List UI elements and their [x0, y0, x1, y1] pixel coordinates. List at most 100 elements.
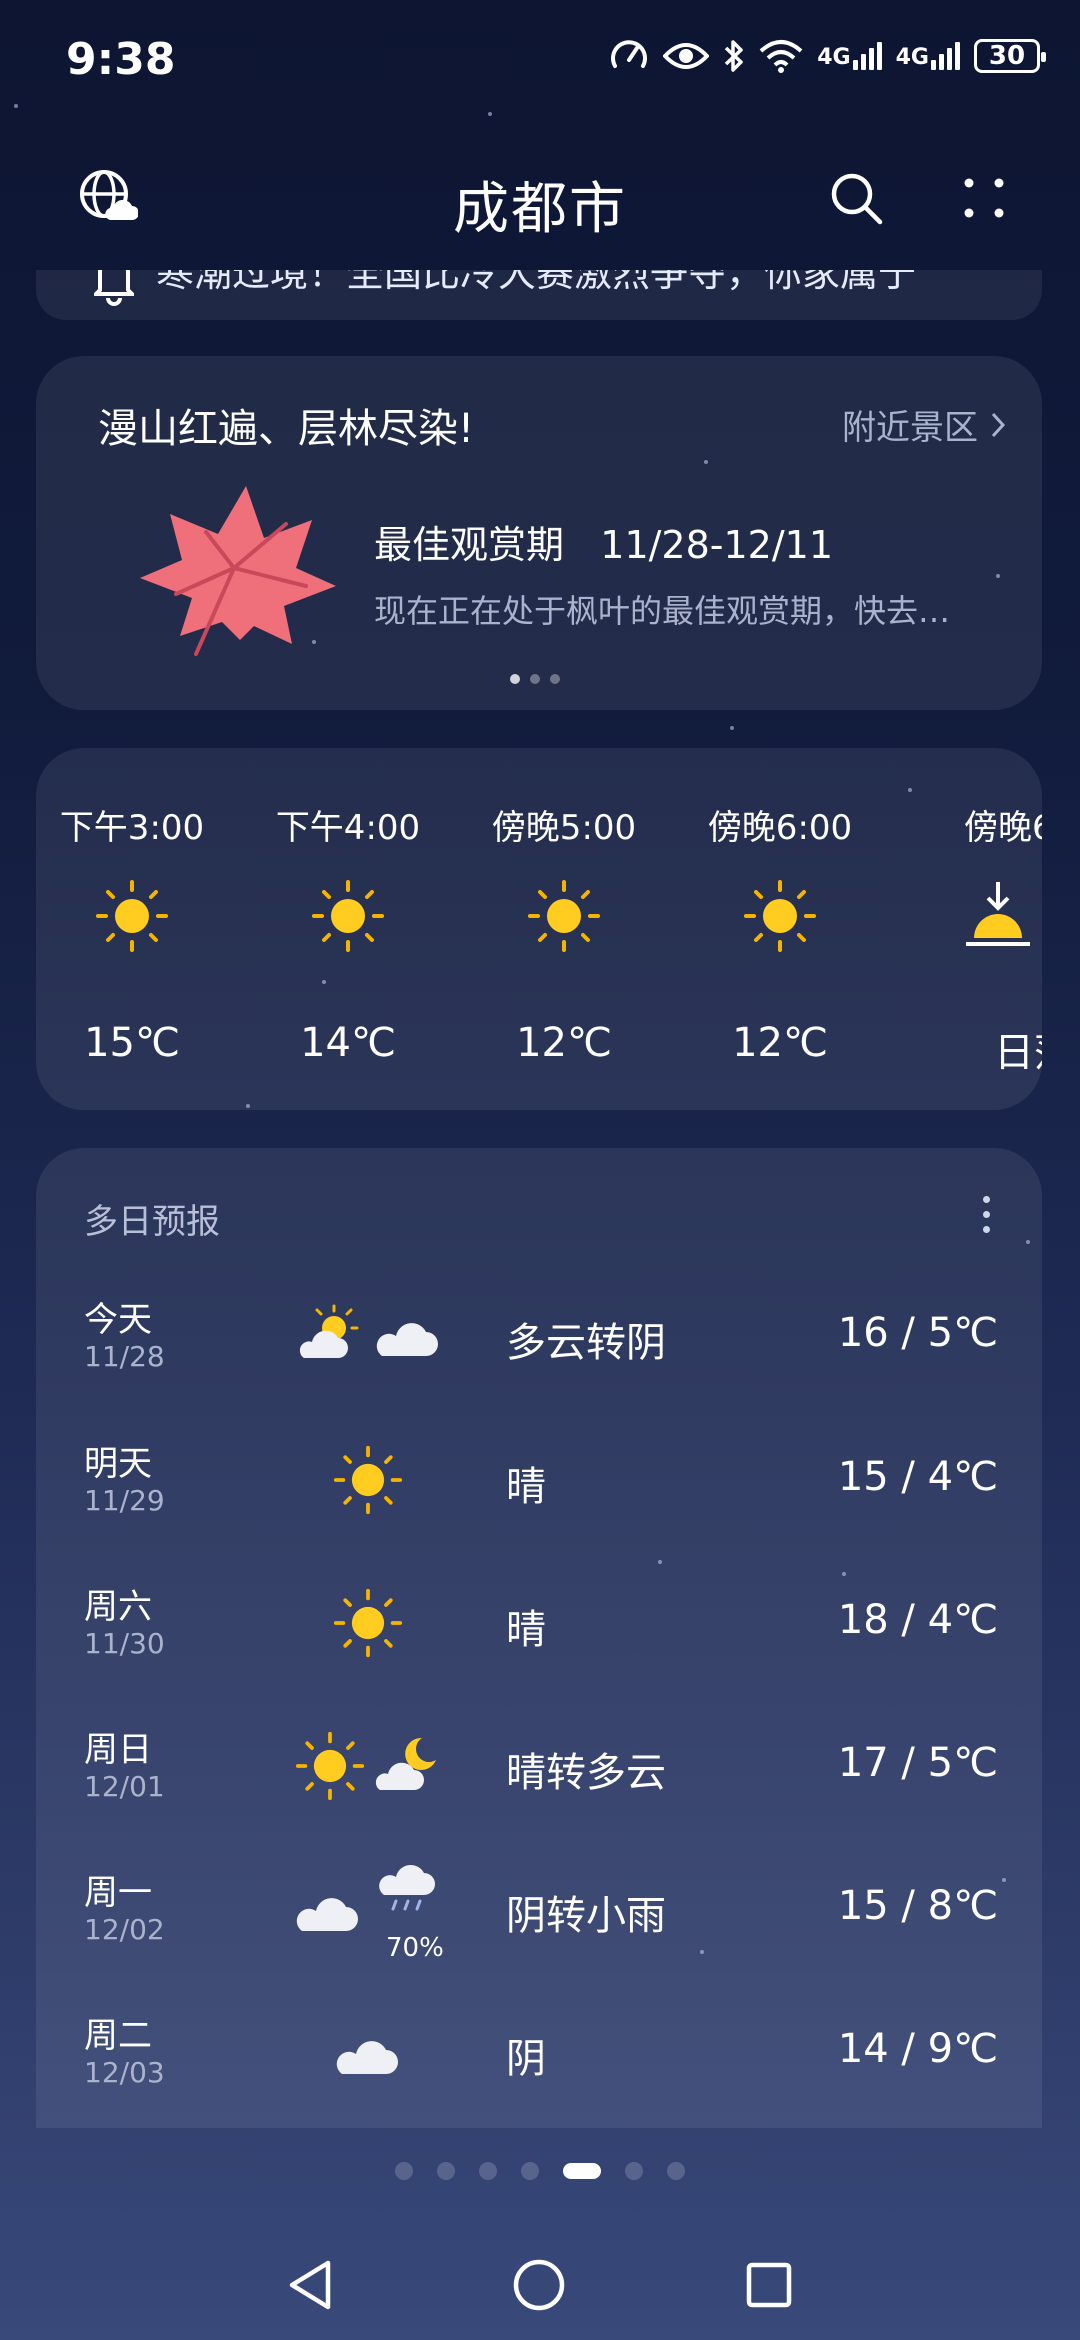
- chevron-right-icon: [991, 412, 1006, 437]
- period-range: 11/28-12/11: [600, 523, 833, 567]
- nearby-attractions-label: 附近景区: [842, 408, 978, 448]
- network-type-2: 4G: [895, 45, 929, 70]
- page-dot: [625, 2162, 643, 2180]
- daily-date: 12/01: [84, 1770, 165, 1803]
- precipitation-chance: 70%: [386, 1933, 444, 1963]
- back-icon: [289, 2260, 331, 2310]
- attraction-description: 现在正在处于枫叶的最佳观赏期，快去…: [374, 592, 951, 630]
- carousel-dot: [510, 674, 520, 684]
- daily-row[interactable]: 周日 12/01 晴转多云 17 / 5℃: [36, 1704, 1042, 1844]
- daily-day: 周一: [84, 1873, 152, 1913]
- sunset-icon: [966, 882, 1030, 946]
- city-page-indicator: [0, 2162, 1080, 2180]
- daily-temp: 18 / 4℃: [837, 1597, 998, 1643]
- daily-condition: 晴转多云: [506, 1750, 666, 1796]
- page-dot: [437, 2162, 455, 2180]
- daily-temp: 16 / 5℃: [837, 1310, 998, 1356]
- status-bar: 9:38 4G 4G 30: [0, 0, 1080, 120]
- nearby-attractions-link[interactable]: 附近景区: [842, 400, 1006, 449]
- carousel-dot: [550, 674, 560, 684]
- daily-day: 周日: [84, 1730, 152, 1770]
- hourly-temp: 14℃: [300, 1020, 396, 1066]
- system-nav-bar: [0, 2230, 1080, 2340]
- daily-row[interactable]: 周六 11/30 晴 18 / 4℃: [36, 1561, 1042, 1701]
- sun-icon: [295, 1731, 365, 1801]
- daily-temp: 14 / 9℃: [837, 2026, 998, 2072]
- status-icons: 4G 4G 30: [609, 36, 1046, 76]
- sun-icon: [528, 880, 600, 952]
- period-label: 最佳观赏期: [374, 523, 565, 567]
- hourly-temp: 12℃: [732, 1020, 828, 1066]
- page-dot: [395, 2162, 413, 2180]
- sun-icon: [312, 880, 384, 952]
- daily-date: 11/28: [84, 1340, 165, 1373]
- menu-button[interactable]: [944, 158, 1024, 238]
- hourly-time: 傍晚5:00: [491, 808, 637, 848]
- home-icon: [513, 2259, 565, 2311]
- grid-menu-icon: [964, 178, 1004, 218]
- maple-leaf-icon: [140, 486, 336, 656]
- attraction-card[interactable]: 漫山红遍、层林尽染! 附近景区 最佳观赏期 11/28-12/11 现在正在处于…: [36, 356, 1042, 710]
- daily-row[interactable]: 周一 12/02 70% 阴转小雨 15 / 8℃: [36, 1847, 1042, 1987]
- daily-temp: 17 / 5℃: [837, 1740, 998, 1786]
- battery-level: 30: [988, 41, 1026, 71]
- carousel-indicator: [510, 674, 560, 684]
- status-time: 9:38: [66, 34, 176, 85]
- search-icon: [831, 173, 883, 225]
- city-title: 成都市: [453, 177, 627, 242]
- hourly-time: 傍晚6:0: [964, 808, 1042, 848]
- page-dot-active: [563, 2163, 601, 2179]
- light-rain-icon: [379, 1864, 435, 1911]
- sun-icon: [744, 880, 816, 952]
- hourly-time: 下午3:00: [59, 808, 205, 848]
- daily-day: 明天: [84, 1444, 152, 1484]
- home-button[interactable]: [504, 2250, 574, 2320]
- daily-condition: 晴: [506, 1464, 546, 1510]
- daily-date: 11/29: [84, 1484, 165, 1517]
- sun-icon: [333, 1588, 403, 1658]
- signal-icon: 4G: [896, 42, 960, 70]
- sun-icon: [96, 880, 168, 952]
- daily-row[interactable]: 明天 11/29 晴 15 / 4℃: [36, 1418, 1042, 1558]
- night-cloudy-icon: [375, 1737, 436, 1790]
- daily-temp: 15 / 4℃: [837, 1454, 998, 1500]
- more-options-button[interactable]: [966, 1184, 1006, 1244]
- daily-date: 12/03: [84, 2056, 165, 2089]
- eye-comfort-icon: [663, 43, 710, 69]
- daily-condition: 阴: [506, 2036, 546, 2082]
- battery-icon: 30: [974, 39, 1046, 73]
- recents-button[interactable]: [734, 2250, 804, 2320]
- recents-icon: [746, 2262, 792, 2308]
- ticker-text: 寒潮过境！全国比冷大赛激烈争夺，你家属于: [156, 270, 917, 295]
- hourly-time: 傍晚6:00: [707, 808, 853, 848]
- bluetooth-icon: [725, 40, 743, 72]
- search-button[interactable]: [816, 158, 896, 238]
- daily-forecast-card[interactable]: 多日预报 今天 11/28 多云转阴 16 / 5℃ 明天 11/29 晴 15…: [36, 1148, 1042, 2128]
- daily-day: 周六: [84, 1587, 152, 1627]
- daily-date: 12/02: [84, 1913, 165, 1946]
- hourly-forecast-card[interactable]: 下午3:00 15℃ 下午4:00 14℃ 傍晚5:00 12℃ 傍晚6:00 …: [36, 748, 1042, 1110]
- daily-date: 11/30: [84, 1627, 165, 1660]
- page-dot: [667, 2162, 685, 2180]
- speed-icon: [611, 40, 648, 68]
- hourly-temp: 12℃: [516, 1020, 612, 1066]
- news-ticker[interactable]: 寒潮过境！全国比冷大赛激烈争夺，你家属于: [36, 270, 1042, 320]
- hourly-temp: 15℃: [84, 1020, 180, 1066]
- page-dot: [521, 2162, 539, 2180]
- network-type-1: 4G: [817, 45, 851, 70]
- daily-condition: 阴转小雨: [506, 1893, 666, 1939]
- daily-temp: 15 / 8℃: [837, 1883, 998, 1929]
- daily-condition: 晴: [506, 1607, 546, 1653]
- daily-day: 今天: [84, 1300, 152, 1340]
- back-button[interactable]: [274, 2250, 344, 2320]
- attraction-title: 漫山红遍、层林尽染!: [98, 406, 475, 452]
- sun-icon: [333, 1445, 403, 1515]
- daily-row[interactable]: 今天 11/28 多云转阴 16 / 5℃: [36, 1274, 1042, 1414]
- partly-cloudy-icon: [299, 1304, 359, 1358]
- carousel-dot: [530, 674, 540, 684]
- signal-icon: 4G: [817, 42, 882, 70]
- daily-condition: 多云转阴: [506, 1320, 666, 1366]
- daily-day: 周二: [84, 2016, 152, 2056]
- daily-row[interactable]: 周二 12/03 阴 14 / 9℃: [36, 1990, 1042, 2130]
- bell-icon: [94, 270, 134, 306]
